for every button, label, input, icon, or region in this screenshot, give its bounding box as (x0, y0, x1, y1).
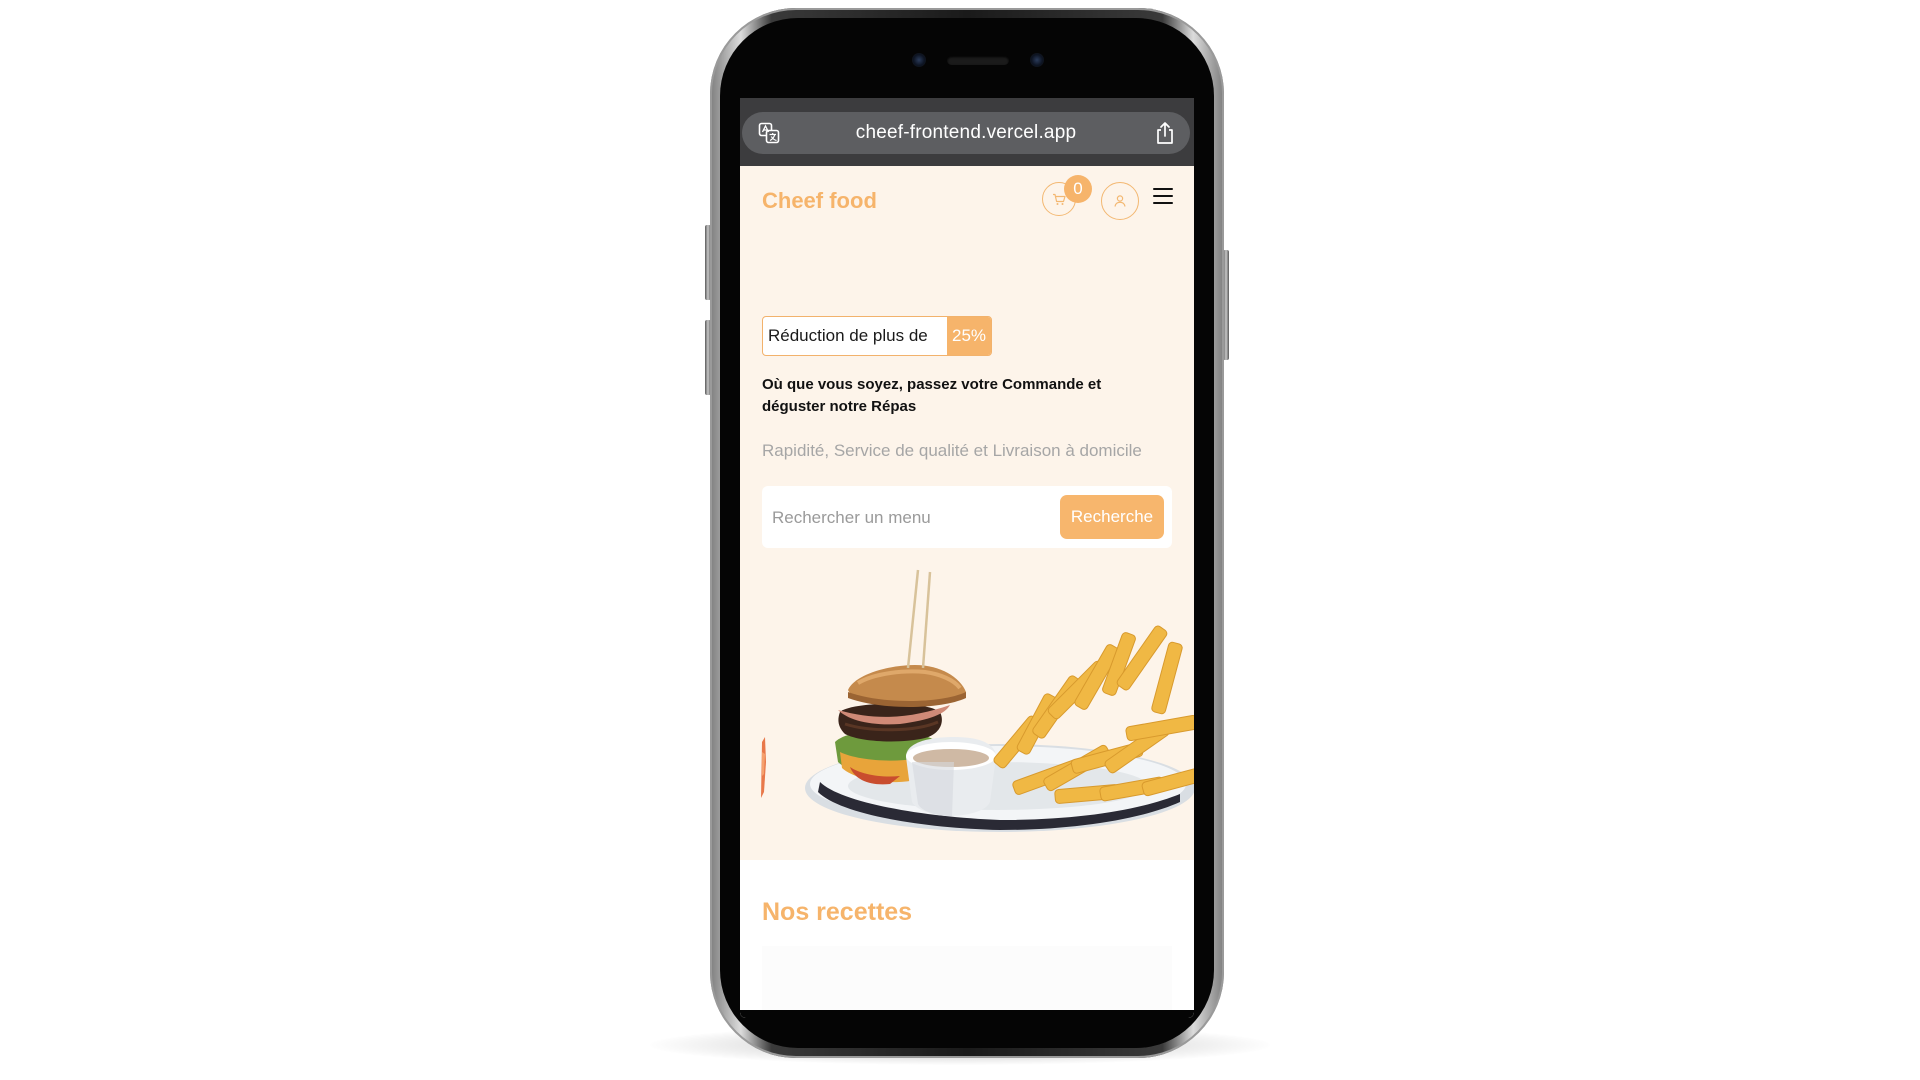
share-icon[interactable] (1154, 121, 1176, 145)
browser-chrome: cheef-frontend.vercel.app (740, 98, 1194, 166)
brand-logo[interactable]: Cheef food (762, 188, 877, 214)
translate-icon[interactable] (758, 122, 780, 144)
front-camera (912, 53, 926, 67)
hero-headline: Où que vous soyez, passez votre Commande… (762, 376, 1102, 415)
burger-fries-image (761, 569, 1194, 832)
search-button[interactable]: Recherche (1060, 495, 1164, 539)
discount-banner: Réduction de plus de 25% (762, 316, 993, 356)
earpiece-speaker (947, 56, 1009, 65)
hamburger-menu-icon[interactable] (1152, 188, 1174, 206)
user-account-button[interactable] (1101, 182, 1139, 220)
cart-count-badge: 0 (1064, 175, 1092, 203)
recipes-section: Nos recettes (740, 860, 1194, 1018)
discount-label: Réduction de plus de (768, 326, 928, 345)
phone-frame: cheef-frontend.vercel.app Cheef food 0 R… (710, 8, 1224, 1058)
recipes-title: Nos recettes (762, 898, 913, 926)
stage: cheef-frontend.vercel.app Cheef food 0 R… (0, 0, 1920, 1080)
address-bar[interactable]: cheef-frontend.vercel.app (742, 112, 1190, 154)
screen-bottom-edge (740, 1010, 1194, 1018)
proximity-sensor (1030, 53, 1044, 67)
search-bar: Recherche (762, 486, 1172, 548)
user-icon (1114, 195, 1126, 207)
phone-screen: cheef-frontend.vercel.app Cheef food 0 R… (740, 98, 1194, 1018)
web-page: Cheef food 0 Réduction de plus de 25% Où… (740, 166, 1194, 1018)
search-input[interactable] (770, 496, 1064, 540)
hero-subline: Rapidité, Service de qualité et Livraiso… (762, 441, 1142, 460)
hero-section: Cheef food 0 Réduction de plus de 25% Où… (740, 166, 1194, 860)
url-text[interactable]: cheef-frontend.vercel.app (856, 122, 1076, 144)
cart-icon (1053, 193, 1066, 205)
discount-value: 25% (947, 317, 992, 355)
recipes-list (762, 946, 1172, 1018)
